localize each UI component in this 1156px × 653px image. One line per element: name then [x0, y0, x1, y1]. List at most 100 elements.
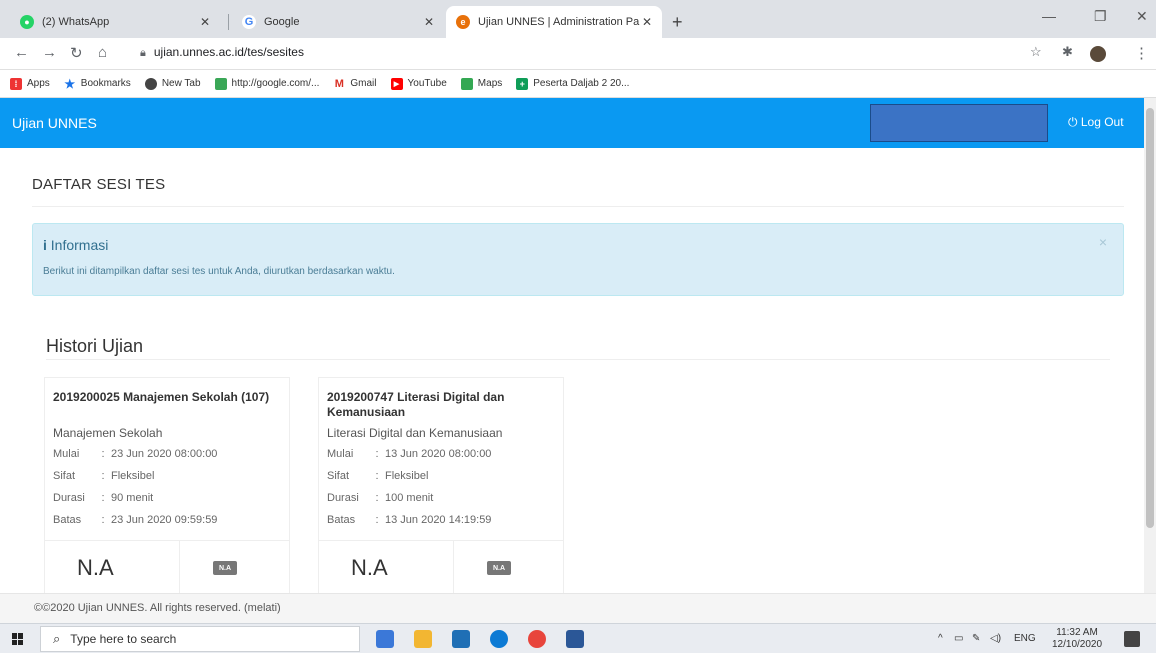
bookmark-bookmarks[interactable]: ★ Bookmarks — [64, 76, 130, 91]
exam-card-subtitle: Manajemen Sekolah — [53, 426, 163, 440]
mail-icon[interactable] — [452, 630, 470, 648]
tab-whatsapp[interactable]: ● (2) WhatsApp ✕ — [10, 6, 220, 38]
exam-duration-row: Durasi:90 menit — [53, 492, 154, 504]
scrollbar-thumb[interactable] — [1146, 108, 1154, 528]
url-field[interactable]: 🔒︎ ujian.unnes.ac.id/tes/sesites — [140, 45, 304, 60]
notification-center-icon[interactable] — [1124, 631, 1140, 647]
bookmark-maps[interactable]: Maps — [460, 77, 503, 90]
bookmark-label: Maps — [477, 78, 503, 89]
forward-icon[interactable]: → — [42, 44, 57, 61]
exam-start-row: Mulai:13 Jun 2020 08:00:00 — [327, 448, 492, 460]
exam-type-row: Sifat: Fleksibel — [327, 470, 429, 482]
page-scrollbar[interactable] — [1144, 98, 1156, 593]
bookmark-apps[interactable]: ⁞ Apps — [10, 77, 50, 90]
pen-icon[interactable]: ✎ — [972, 633, 980, 644]
close-tab-icon[interactable]: ✕ — [642, 15, 652, 29]
exam-start-row: Mulai:23 Jun 2020 08:00:00 — [53, 448, 218, 460]
app-header: Ujian UNNES ⏻ Log Out — [0, 98, 1144, 148]
whatsapp-icon: ● — [20, 15, 34, 29]
search-placeholder: Type here to search — [70, 632, 177, 646]
tab-ujian-unnes[interactable]: e Ujian UNNES | Administration Pa ✕ — [446, 6, 662, 38]
exam-card-title: 2019200025 Manajemen Sekolah (107) — [53, 390, 270, 404]
tab-title: Ujian UNNES | Administration Pa — [478, 16, 640, 28]
windows-taskbar: ⌕ Type here to search ^ ▭ ✎ ◁) ENG 11:32… — [0, 623, 1156, 653]
reload-icon[interactable]: ↻ — [70, 44, 83, 62]
bookmark-label: New Tab — [161, 78, 201, 89]
home-icon[interactable]: ⌂ — [98, 44, 107, 61]
address-bar: ← → ↻ ⌂ 🔒︎ ujian.unnes.ac.id/tes/sesites … — [0, 38, 1156, 70]
volume-icon[interactable]: ◁) — [990, 633, 1001, 644]
divider — [32, 206, 1124, 207]
menu-kebab-icon[interactable]: ⋮ — [1134, 44, 1149, 62]
close-tab-icon[interactable]: ✕ — [424, 15, 434, 29]
tray-chevron-icon[interactable]: ^ — [938, 633, 943, 644]
profile-avatar[interactable] — [1090, 46, 1106, 62]
google-icon: G — [242, 15, 256, 29]
bookmark-label: Peserta Daljab 2 20... — [533, 78, 630, 89]
status-badge: N.A — [213, 561, 237, 575]
bookmark-gmail[interactable]: M Gmail — [333, 77, 377, 90]
clock-date: 12/10/2020 — [1052, 639, 1103, 650]
tab-title: Google — [264, 16, 300, 28]
info-alert: i Informasi Berikut ini ditampilkan daft… — [32, 223, 1124, 296]
battery-icon[interactable]: ▭ — [954, 633, 963, 644]
lock-icon: 🔒︎ — [140, 47, 146, 59]
bookmark-label: YouTube — [407, 78, 447, 89]
close-tab-icon[interactable]: ✕ — [200, 15, 210, 29]
exam-card[interactable]: 2019200025 Manajemen Sekolah (107) Manaj… — [44, 377, 290, 593]
file-explorer-icon[interactable] — [414, 630, 432, 648]
close-window-icon[interactable]: ✕ — [1136, 8, 1148, 25]
user-name-box[interactable] — [870, 104, 1048, 142]
exam-card-footer: N.A N.A — [319, 540, 563, 593]
back-icon[interactable]: ← — [14, 44, 29, 61]
maximize-icon[interactable]: ❐ — [1094, 8, 1107, 25]
search-icon: ⌕ — [53, 631, 61, 646]
bookmark-youtube[interactable]: ▶ YouTube — [390, 77, 447, 90]
taskbar-search-input[interactable]: ⌕ Type here to search — [40, 626, 360, 652]
sheets-icon: + — [516, 77, 529, 90]
edge-icon[interactable] — [490, 630, 508, 648]
bookmark-label: Apps — [27, 78, 50, 89]
star-icon: ★ — [64, 76, 76, 91]
language-indicator[interactable]: ENG — [1014, 633, 1036, 644]
logout-label: Log Out — [1080, 115, 1124, 129]
bookmark-label: Gmail — [350, 78, 377, 89]
exam-score: N.A — [351, 555, 388, 580]
gmail-icon: M — [334, 77, 344, 90]
status-badge: N.A — [487, 561, 511, 575]
task-view-icon[interactable] — [376, 630, 394, 648]
clock-time: 11:32 AM — [1056, 627, 1098, 638]
chrome-taskbar-icon[interactable] — [528, 630, 546, 648]
divider — [46, 359, 1110, 360]
chrome-icon — [144, 77, 157, 90]
maps-icon — [460, 77, 473, 90]
word-icon[interactable] — [566, 630, 584, 648]
alert-close-button[interactable]: × — [1099, 234, 1107, 250]
exam-deadline-row: Batas:13 Jun 2020 14:19:59 — [327, 514, 492, 526]
logout-button[interactable]: ⏻ Log Out — [1068, 115, 1124, 130]
url-text: ujian.unnes.ac.id/tes/sesites — [153, 45, 304, 59]
tab-google[interactable]: G Google ✕ — [232, 6, 444, 38]
exam-type-row: Sifat: Fleksibel — [53, 470, 155, 482]
alert-heading-text: Informasi — [50, 237, 109, 253]
windows-start-icon[interactable] — [12, 633, 24, 645]
green-square-icon — [214, 77, 227, 90]
bookmark-new-tab[interactable]: New Tab — [144, 77, 201, 90]
page-title: DAFTAR SESI TES — [32, 176, 166, 193]
copyright-text: ©©2020 Ujian UNNES. All rights reserved.… — [34, 602, 281, 614]
unnes-icon: e — [456, 15, 470, 29]
browser-tab-strip: ● (2) WhatsApp ✕ G Google ✕ e Ujian UNNE… — [0, 0, 1156, 38]
page-footer: ©©2020 Ujian UNNES. All rights reserved.… — [0, 593, 1156, 623]
bookmark-peserta-daljab[interactable]: + Peserta Daljab 2 20... — [516, 77, 630, 90]
bookmark-google-link[interactable]: http://google.com/... — [214, 77, 319, 90]
exam-card-title: 2019200747 Literasi Digital dan Kemanusi… — [327, 390, 505, 419]
exam-card[interactable]: 2019200747 Literasi Digital dan Kemanusi… — [318, 377, 564, 593]
star-bookmark-icon[interactable]: ☆ — [1030, 44, 1042, 60]
extensions-icon[interactable]: ✱ — [1062, 44, 1073, 60]
new-tab-button[interactable]: + — [672, 12, 683, 33]
app-brand[interactable]: Ujian UNNES — [12, 115, 97, 131]
tab-title: (2) WhatsApp — [42, 16, 110, 28]
minimize-icon[interactable]: — — [1042, 8, 1056, 24]
power-icon: ⏻ — [1068, 115, 1078, 129]
taskbar-clock[interactable]: 11:32 AM 12/10/2020 — [1052, 627, 1102, 651]
